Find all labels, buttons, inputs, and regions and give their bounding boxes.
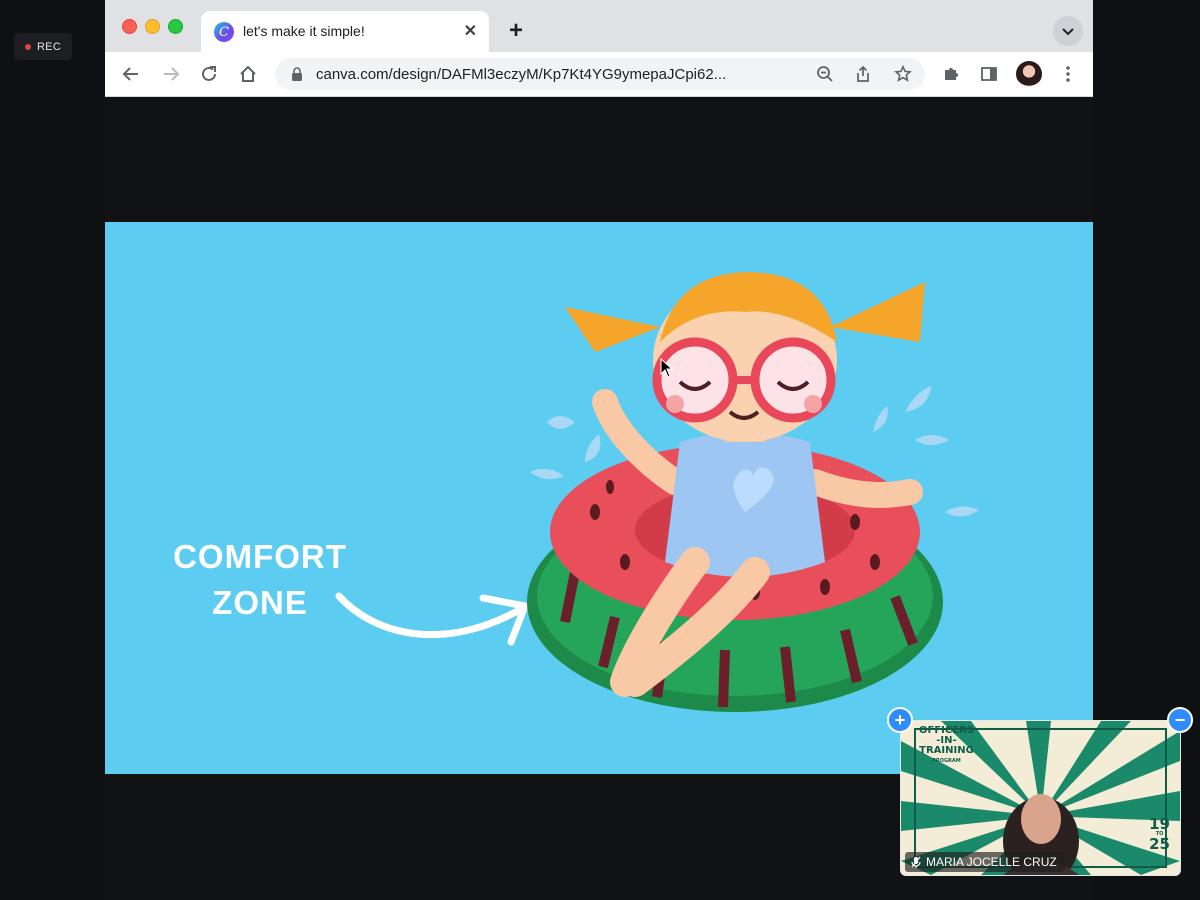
minimize-video-button[interactable]: − bbox=[1167, 707, 1193, 733]
tab-title: let's make it simple! bbox=[243, 23, 365, 39]
more-vertical-icon bbox=[1066, 66, 1070, 82]
girl-on-watermelon-float-illustration bbox=[527, 272, 979, 712]
mouse-cursor-icon bbox=[660, 358, 674, 378]
arrow-right-icon bbox=[164, 67, 180, 81]
overlay-title: OFFICERS -IN- TRAINING PROGRAM bbox=[919, 725, 974, 765]
caption-line-1: COMFORT bbox=[173, 538, 347, 575]
forward-button[interactable] bbox=[158, 61, 184, 87]
url-text: canva.com/design/DAFMl3eczyM/Kp7Kt4YG9ym… bbox=[316, 66, 727, 83]
close-tab-icon[interactable]: ✕ bbox=[464, 21, 477, 41]
browser-toolbar: canva.com/design/DAFMl3eczyM/Kp7Kt4YG9ym… bbox=[105, 52, 1093, 97]
recording-indicator: REC bbox=[14, 33, 72, 60]
participant-name-label: MARIA JOCELLE CRUZ bbox=[905, 852, 1065, 872]
caption-line-2: ZONE bbox=[212, 584, 308, 621]
browser-menu-button[interactable] bbox=[1055, 61, 1081, 87]
side-panel-button[interactable] bbox=[976, 61, 1002, 87]
chevron-down-icon bbox=[1062, 28, 1074, 36]
microphone-muted-icon bbox=[911, 856, 921, 868]
presentation-slide: COMFORT ZONE bbox=[105, 222, 1093, 774]
participant-name: MARIA JOCELLE CRUZ bbox=[926, 855, 1057, 869]
record-dot-icon bbox=[24, 43, 31, 50]
home-button[interactable] bbox=[235, 61, 261, 87]
share-icon[interactable] bbox=[853, 64, 873, 84]
tab-strip: C let's make it simple! ✕ + bbox=[105, 0, 1093, 52]
profile-avatar[interactable] bbox=[1016, 61, 1042, 87]
puzzle-icon bbox=[945, 68, 958, 80]
slide-caption: COMFORT ZONE bbox=[165, 534, 355, 626]
overlay-number: 19 TO 25 bbox=[1149, 815, 1170, 853]
close-window-button[interactable] bbox=[122, 19, 137, 34]
new-tab-button[interactable]: + bbox=[501, 16, 531, 46]
maximize-window-button[interactable] bbox=[168, 19, 183, 34]
participant-video-tile[interactable]: OFFICERS -IN- TRAINING PROGRAM 19 TO 25 … bbox=[900, 720, 1181, 876]
home-icon bbox=[240, 65, 256, 82]
active-tab[interactable]: C let's make it simple! ✕ bbox=[201, 11, 489, 52]
tab-search-button[interactable] bbox=[1053, 16, 1083, 46]
minimize-window-button[interactable] bbox=[145, 19, 160, 34]
enlarge-video-button[interactable]: + bbox=[887, 707, 913, 733]
arrow-left-icon bbox=[122, 67, 138, 81]
bookmark-star-icon[interactable] bbox=[893, 64, 913, 84]
curved-arrow-illustration bbox=[335, 592, 529, 646]
canva-favicon-icon: C bbox=[214, 22, 234, 42]
zoom-icon[interactable] bbox=[815, 64, 835, 84]
lock-icon bbox=[287, 64, 307, 84]
back-button[interactable] bbox=[118, 61, 144, 87]
side-panel-icon bbox=[981, 67, 997, 81]
recording-label: REC bbox=[36, 40, 62, 53]
extensions-button[interactable] bbox=[938, 61, 964, 87]
reload-button[interactable] bbox=[196, 61, 222, 87]
address-bar[interactable]: canva.com/design/DAFMl3eczyM/Kp7Kt4YG9ym… bbox=[275, 58, 925, 90]
reload-icon bbox=[202, 66, 216, 81]
